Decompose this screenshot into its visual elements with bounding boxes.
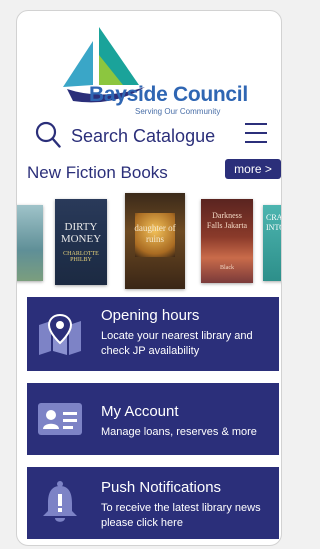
card-subtitle: To receive the latest library news pleas… — [101, 502, 261, 529]
book-cover[interactable]: Darkness Falls Jakarta Black — [201, 199, 253, 283]
opening-hours-card[interactable]: Opening hours Locate your nearest librar… — [27, 297, 279, 371]
book-cover[interactable]: CRA INTO — [263, 205, 281, 281]
book-cover[interactable] — [17, 205, 43, 281]
id-card-icon — [38, 403, 82, 435]
search-catalogue-label[interactable]: Search Catalogue — [71, 126, 215, 147]
brand-tagline: Serving Our Community — [135, 107, 221, 116]
bell-icon — [43, 481, 77, 522]
card-title: Opening hours — [101, 307, 200, 324]
book-carousel[interactable]: DIRTY MONEY CHARLOTTE PHILBY daughter of… — [17, 193, 281, 293]
app-screen: Bayside Council Serving Our Community Se… — [16, 10, 282, 546]
card-title: Push Notifications — [101, 479, 222, 496]
book-cover[interactable]: DIRTY MONEY CHARLOTTE PHILBY — [55, 199, 107, 285]
my-account-card[interactable]: My Account Manage loans, reserves & more — [27, 383, 279, 455]
more-button[interactable]: more > — [225, 159, 281, 179]
card-subtitle: Manage loans, reserves & more — [101, 426, 257, 438]
new-fiction-heading: New Fiction Books — [27, 163, 168, 182]
card-subtitle: Locate your nearest library and check JP… — [101, 330, 253, 357]
card-title: My Account — [101, 403, 179, 420]
map-pin-icon — [39, 313, 81, 355]
brand-name: Bayside Council — [89, 83, 248, 106]
search-icon[interactable] — [35, 121, 61, 149]
hamburger-menu-icon[interactable] — [245, 123, 267, 143]
push-notifications-card[interactable]: Push Notifications To receive the latest… — [27, 467, 279, 539]
search-bar[interactable]: Search Catalogue — [31, 121, 267, 151]
book-cover[interactable]: daughter of ruins — [125, 193, 185, 289]
